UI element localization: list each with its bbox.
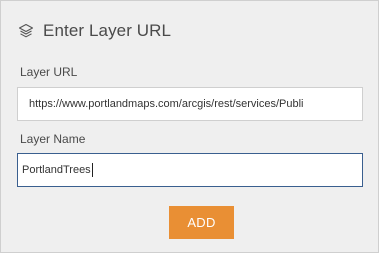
layer-name-value: PortlandTrees <box>22 164 91 176</box>
layer-url-input[interactable]: https://www.portlandmaps.com/arcgis/rest… <box>17 87 363 121</box>
layer-url-value: https://www.portlandmaps.com/arcgis/rest… <box>29 98 304 110</box>
add-layer-panel: Enter Layer URL Layer URL https://www.po… <box>0 0 379 253</box>
layers-icon <box>17 22 35 40</box>
text-caret <box>91 163 93 177</box>
layer-url-label: Layer URL <box>20 65 78 79</box>
panel-header: Enter Layer URL <box>17 18 171 44</box>
add-button[interactable]: ADD <box>169 206 234 239</box>
panel-title: Enter Layer URL <box>43 21 172 40</box>
layer-name-label: Layer Name <box>20 132 86 146</box>
layer-name-input[interactable]: PortlandTrees <box>17 153 363 187</box>
